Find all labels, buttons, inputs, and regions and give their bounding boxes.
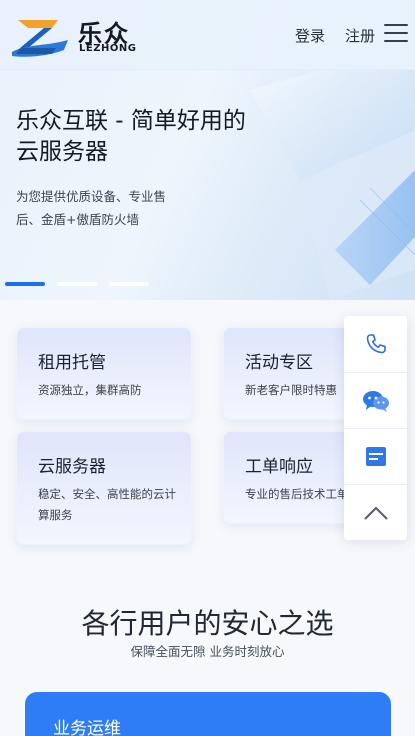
logo-mark-icon [12, 20, 68, 57]
banner-title: 乐众互联 - 简单好用的云服务器 [16, 108, 246, 165]
card-cloud-server[interactable]: 云服务器 稳定、安全、高性能的云计算服务 [16, 431, 192, 545]
page: 乐众互联 - 简单好用的云服务器 为您提供优质设备、专业售后、金盾+傲盾防火墙 … [0, 0, 415, 736]
card-title: 云服务器 [38, 457, 106, 477]
business-ops-card[interactable]: 业务运维 [25, 692, 391, 736]
message-button[interactable] [344, 428, 407, 484]
card-title: 租用托管 [38, 353, 106, 373]
carousel-dot-1[interactable] [5, 282, 45, 286]
wechat-button[interactable] [344, 372, 407, 428]
card-rental-hosting[interactable]: 租用托管 资源独立，集群高防 [16, 327, 192, 420]
banner-subtitle: 为您提供优质设备、专业售后、金盾+傲盾防火墙 [16, 189, 167, 227]
business-ops-title: 业务运维 [53, 719, 121, 736]
carousel-dots [5, 282, 149, 286]
top-header: 乐众 LEZHONG 登录 注册 [0, 0, 415, 70]
section-subtitle: 保障全面无隙 业务时刻放心 [130, 644, 285, 659]
hamburger-menu-icon[interactable] [384, 24, 408, 44]
card-desc: 稳定、安全、高性能的云计算服务 [38, 487, 176, 522]
card-title: 工单响应 [245, 457, 313, 477]
carousel-dot-2[interactable] [57, 282, 97, 286]
back-to-top-button[interactable] [344, 484, 407, 540]
phone-icon [366, 334, 386, 354]
card-title: 活动专区 [245, 353, 313, 373]
wechat-icon [362, 390, 389, 412]
logo-text-en: LEZHONG [79, 43, 137, 54]
message-icon [365, 446, 386, 466]
card-desc: 资源独立，集群高防 [38, 383, 142, 397]
floating-contact-bar [344, 316, 407, 540]
logo[interactable]: 乐众 LEZHONG [8, 12, 136, 60]
banner-decoration [250, 60, 415, 300]
chevron-up-icon [363, 506, 388, 520]
login-link[interactable]: 登录 [295, 25, 325, 46]
register-link[interactable]: 注册 [345, 25, 375, 46]
carousel-dot-3[interactable] [109, 282, 149, 286]
phone-button[interactable] [344, 316, 407, 372]
section-title: 各行用户的安心之选 [81, 607, 334, 640]
